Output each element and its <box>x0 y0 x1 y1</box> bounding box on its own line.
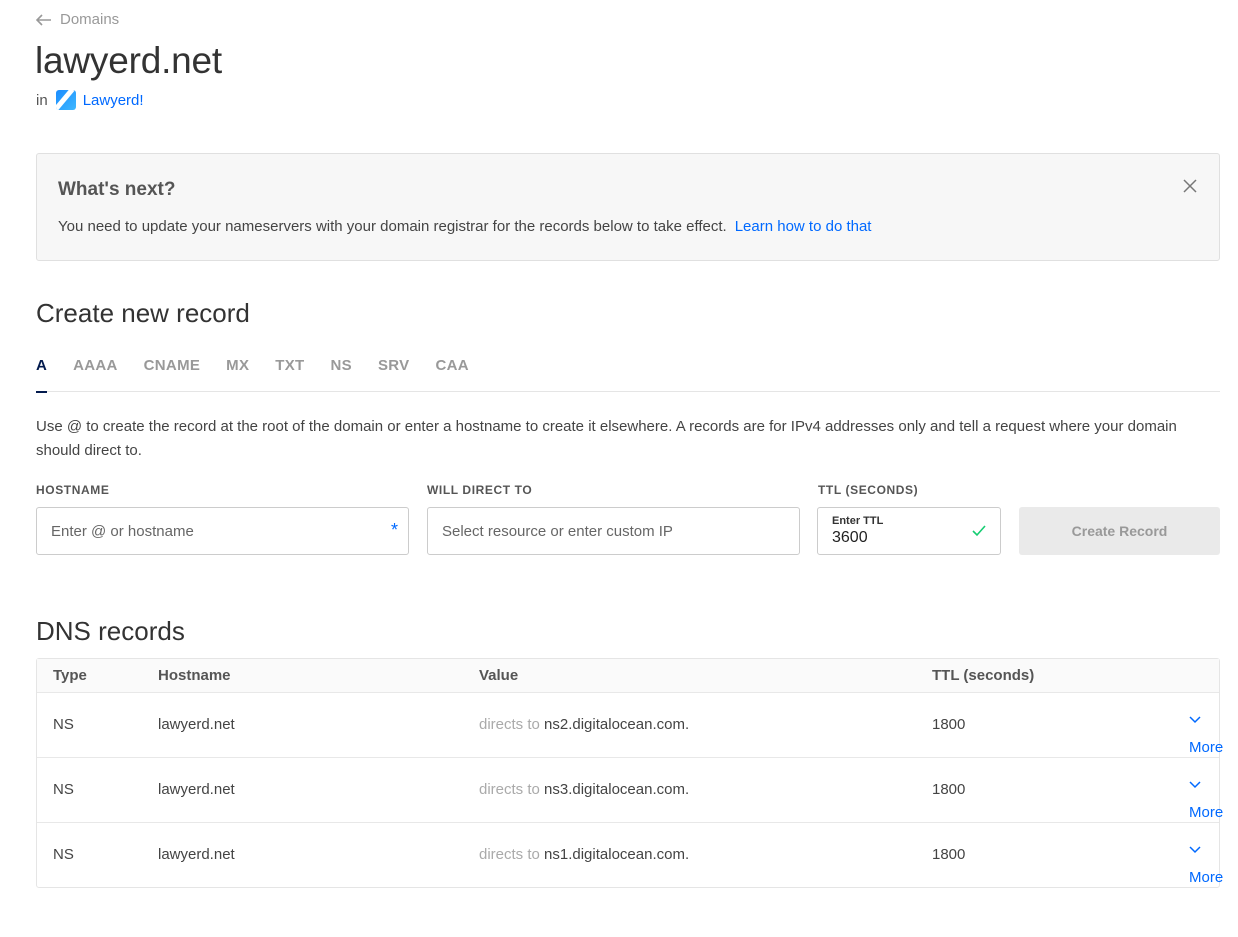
row-value-text: ns3.digitalocean.com. <box>544 781 690 798</box>
table-header: Type Hostname Value TTL (seconds) <box>37 659 1219 693</box>
chevron-down-icon <box>1189 781 1201 789</box>
more-button[interactable]: More <box>1189 846 1223 886</box>
row-ttl: 1800 <box>932 846 966 863</box>
more-label: More <box>1189 739 1224 756</box>
row-value: directs to ns2.digitalocean.com. <box>479 716 689 733</box>
create-record-button[interactable]: Create Record <box>1019 507 1220 555</box>
row-value-text: ns1.digitalocean.com. <box>544 846 690 863</box>
row-type: NS <box>53 781 74 798</box>
project-link[interactable]: Lawyerd! <box>83 92 144 109</box>
chevron-down-icon <box>1189 846 1201 854</box>
hostname-input[interactable]: Enter @ or hostname * <box>36 507 409 555</box>
table-row: NS lawyerd.net directs to ns1.digitaloce… <box>37 823 1223 888</box>
tab-caa[interactable]: CAA <box>435 354 468 392</box>
chevron-down-icon <box>1189 716 1201 724</box>
notice-text: You need to update your nameservers with… <box>58 218 727 235</box>
directs-to-prefix: directs to <box>479 846 540 863</box>
direct-to-label: WILL DIRECT TO <box>427 483 533 497</box>
row-hostname: lawyerd.net <box>158 716 235 733</box>
directs-to-prefix: directs to <box>479 781 540 798</box>
tab-aaaa[interactable]: AAAA <box>73 354 118 392</box>
create-record-heading: Create new record <box>36 298 250 328</box>
row-hostname: lawyerd.net <box>158 846 235 863</box>
tab-ns[interactable]: NS <box>331 354 352 392</box>
table-row: NS lawyerd.net directs to ns3.digitaloce… <box>37 758 1223 823</box>
row-ttl: 1800 <box>932 781 966 798</box>
record-type-tabs: A AAAA CNAME MX TXT NS SRV CAA <box>36 354 1220 393</box>
record-description: Use @ to create the record at the root o… <box>36 418 1177 459</box>
direct-to-input[interactable]: Select resource or enter custom IP <box>427 507 800 555</box>
page-title: lawyerd.net <box>35 40 223 81</box>
back-label: Domains <box>60 11 120 28</box>
project-icon <box>55 90 76 110</box>
col-hostname: Hostname <box>158 667 231 684</box>
whats-next-notice: What's next? You need to update your nam… <box>36 153 1220 261</box>
ttl-input-value: 3600 <box>832 529 868 546</box>
tab-mx[interactable]: MX <box>226 354 249 392</box>
col-value: Value <box>479 667 519 684</box>
tab-cname[interactable]: CNAME <box>144 354 201 392</box>
more-button[interactable]: More <box>1189 781 1223 821</box>
close-icon[interactable] <box>1182 178 1198 194</box>
tab-a[interactable]: A <box>36 354 48 393</box>
table-row: NS lawyerd.net directs to ns2.digitaloce… <box>37 693 1223 758</box>
row-ttl: 1800 <box>932 716 966 733</box>
learn-how-link[interactable]: Learn how to do that <box>735 218 872 235</box>
more-label: More <box>1189 869 1224 886</box>
project-line: in Lawyerd! <box>36 90 144 110</box>
col-type: Type <box>53 667 87 684</box>
more-button[interactable]: More <box>1189 716 1223 756</box>
direct-to-placeholder: Select resource or enter custom IP <box>442 522 673 540</box>
row-type: NS <box>53 846 74 863</box>
back-to-domains-link[interactable]: Domains <box>36 11 119 28</box>
row-value: directs to ns1.digitalocean.com. <box>479 846 689 863</box>
notice-title: What's next? <box>58 179 176 200</box>
directs-to-prefix: directs to <box>479 716 540 733</box>
required-asterisk-icon: * <box>390 520 398 540</box>
ttl-input-label: Enter TTL <box>832 515 884 527</box>
row-value-text: ns2.digitalocean.com. <box>544 716 690 733</box>
tab-srv[interactable]: SRV <box>378 354 409 392</box>
dns-records-heading: DNS records <box>36 616 185 646</box>
row-hostname: lawyerd.net <box>158 781 235 798</box>
col-ttl: TTL (seconds) <box>932 667 1035 684</box>
dns-records-table: Type Hostname Value TTL (seconds) NS law… <box>36 658 1223 888</box>
tab-txt[interactable]: TXT <box>275 354 304 392</box>
arrow-left-icon <box>36 13 51 26</box>
ttl-input[interactable]: Enter TTL 3600 <box>817 507 1001 555</box>
more-label: More <box>1189 804 1224 821</box>
hostname-label: HOSTNAME <box>36 483 110 497</box>
hostname-placeholder: Enter @ or hostname <box>51 522 194 540</box>
notice-message: You need to update your nameservers with… <box>58 218 871 235</box>
ttl-label: TTL (SECONDS) <box>818 483 919 497</box>
row-type: NS <box>53 716 74 733</box>
check-icon <box>972 525 986 537</box>
row-value: directs to ns3.digitalocean.com. <box>479 781 689 798</box>
in-label: in <box>36 91 48 109</box>
